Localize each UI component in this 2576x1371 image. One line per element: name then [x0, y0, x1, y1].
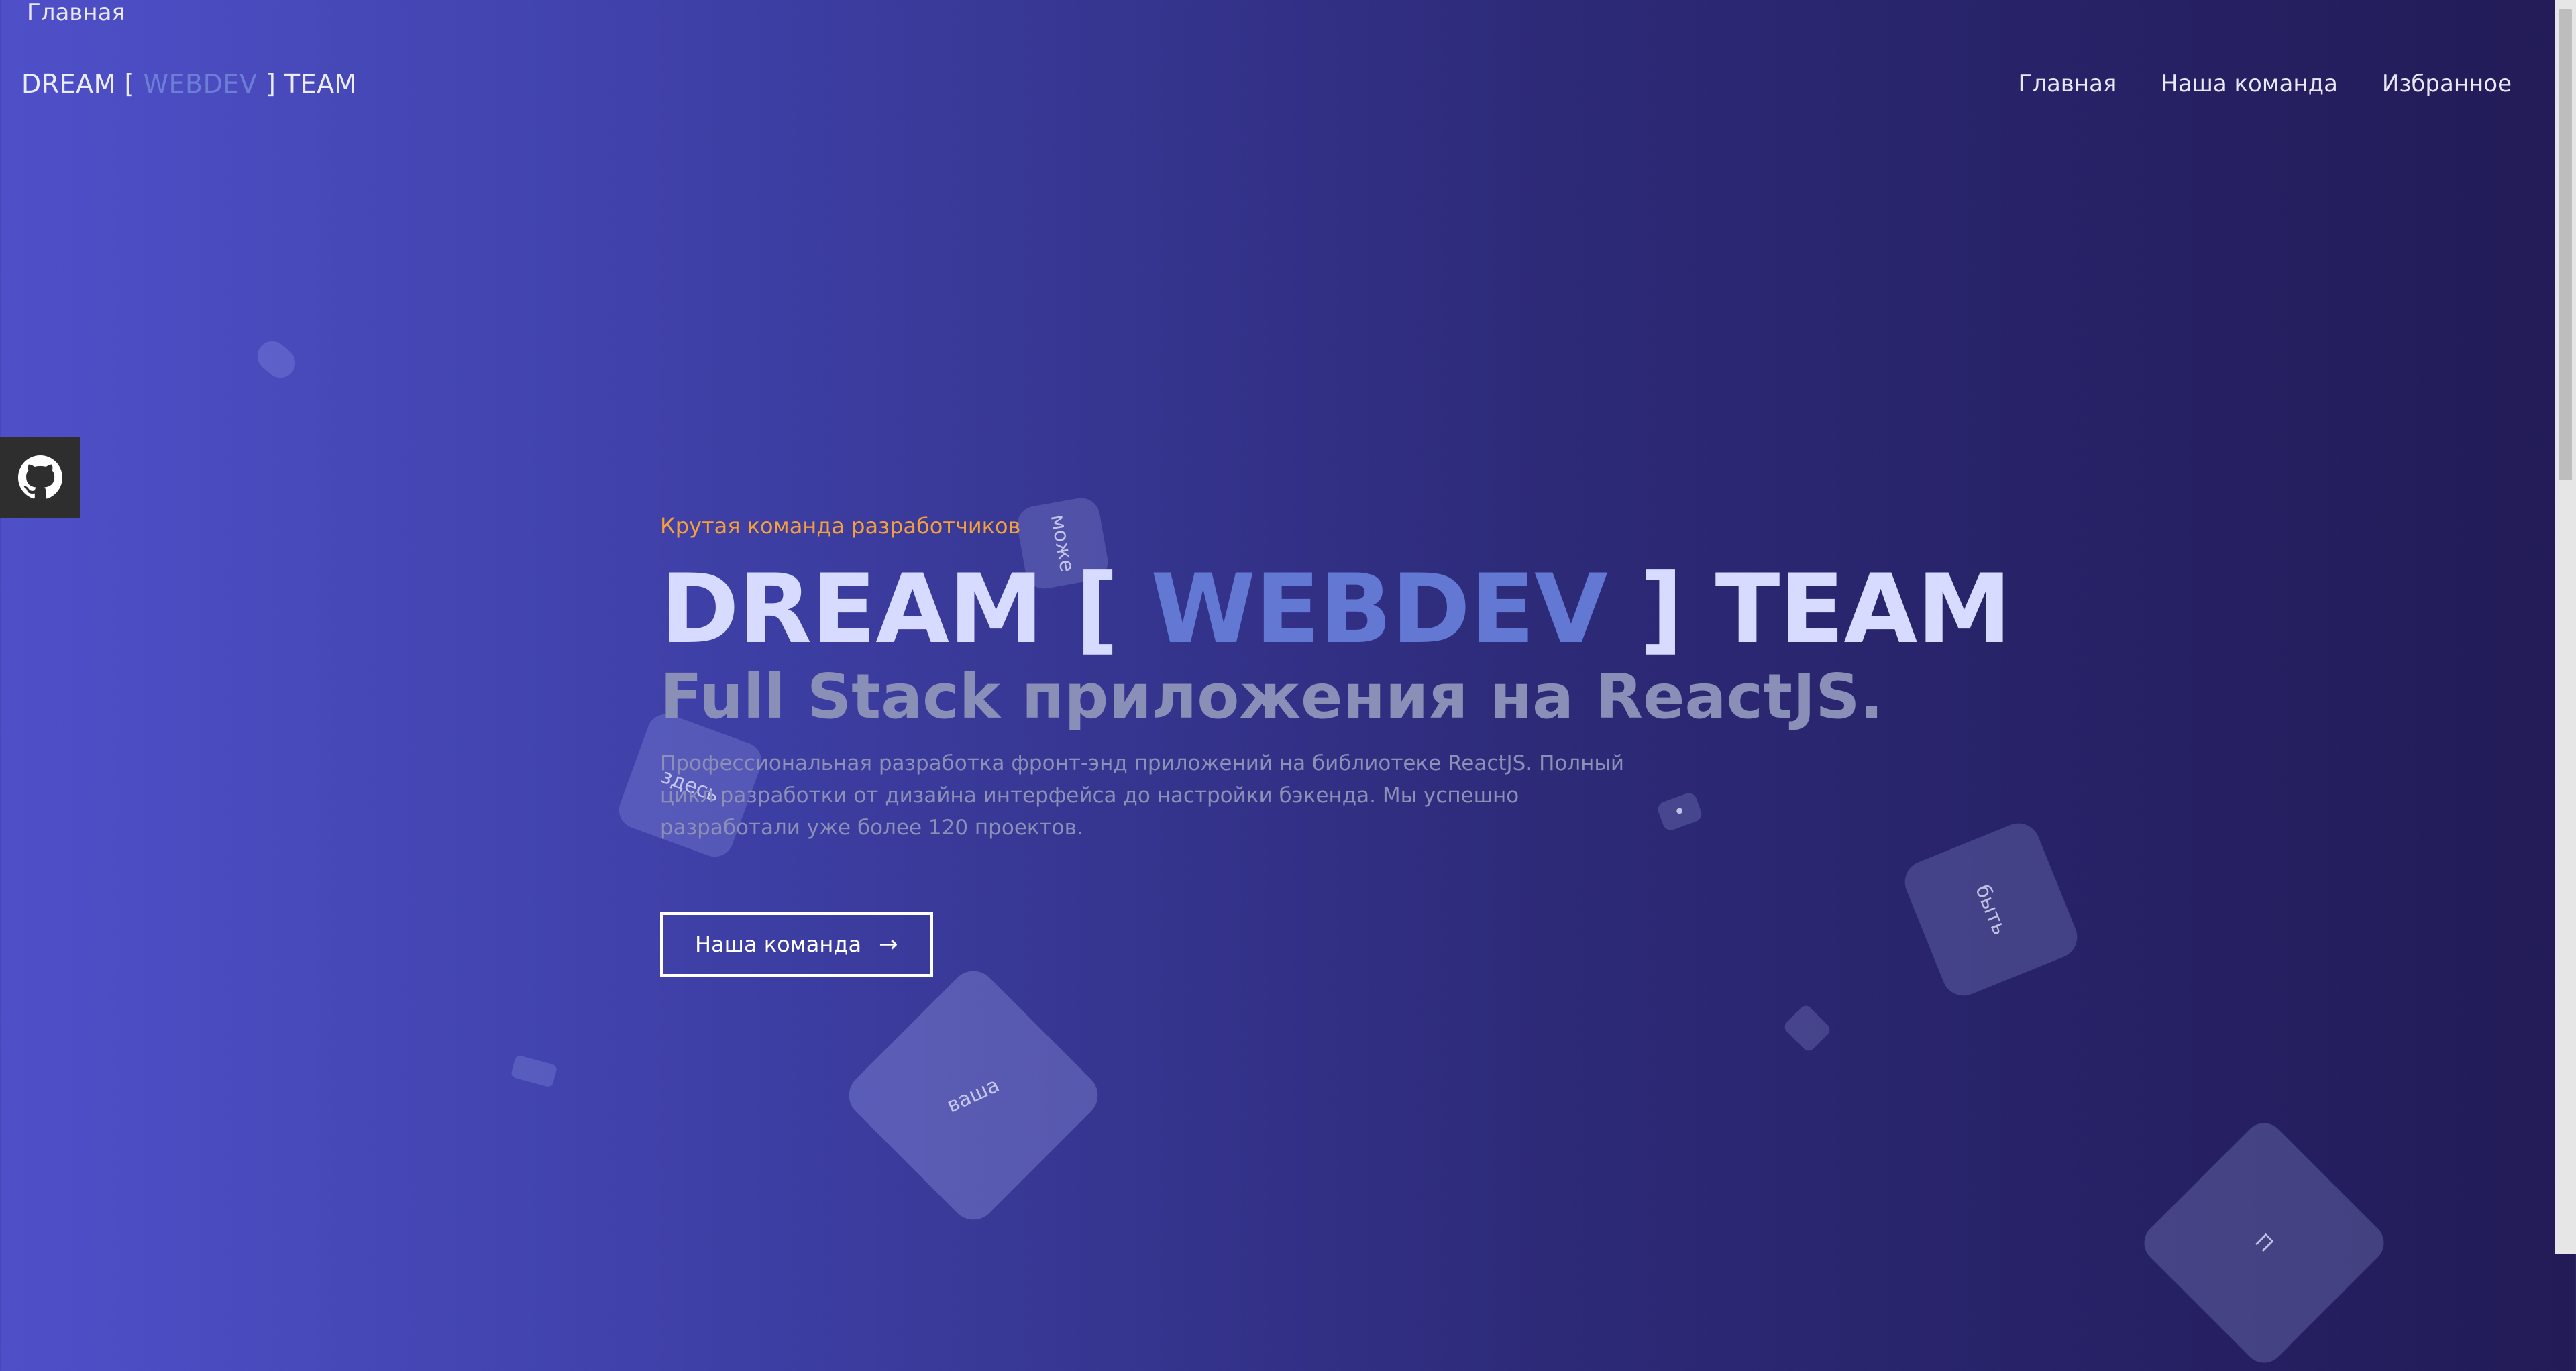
team-button-label: Наша команда [695, 932, 862, 957]
nav-links: Главная Наша команда Избранное [2019, 64, 2512, 104]
brand-prefix: DREAM [ [21, 69, 144, 99]
scrollbar-thumb[interactable] [2559, 9, 2572, 480]
vertical-scrollbar[interactable] [2555, 0, 2576, 1254]
top-page-label: Главная [27, 0, 125, 26]
team-button[interactable]: Наша команда → [660, 912, 933, 977]
nav-link-team[interactable]: Наша команда [2161, 64, 2338, 104]
nav-link-home[interactable]: Главная [2019, 64, 2117, 104]
github-icon [17, 455, 62, 499]
floating-shape [1782, 1003, 1833, 1054]
brand-suffix: ] TEAM [257, 69, 357, 99]
hero-section: Крутая команда разработчиков DREAM [ WEB… [660, 508, 2012, 977]
hero-title-suffix: ] TEAM [1607, 554, 2011, 665]
brand-logo[interactable]: DREAM [ WEBDEV ] TEAM [21, 64, 357, 104]
floating-shape: П [2136, 1115, 2392, 1371]
hero-title-prefix: DREAM [ [660, 554, 1151, 665]
hero-description: Профессиональная разработка фронт-энд пр… [660, 751, 1625, 840]
hero-kicker: Крутая команда разработчиков [660, 513, 1021, 539]
navbar: DREAM [ WEBDEV ] TEAM Главная Наша коман… [0, 64, 2555, 104]
hero-title-accent: WEBDEV [1150, 554, 1608, 665]
nav-link-favorites[interactable]: Избранное [2382, 64, 2512, 104]
arrow-right-icon: → [879, 931, 898, 958]
github-link[interactable] [0, 437, 80, 518]
floating-shape [251, 335, 302, 384]
brand-accent: WEBDEV [143, 69, 258, 99]
floating-shape [510, 1054, 558, 1088]
hero-subtitle: Full Stack приложения на ReactJS. [660, 661, 1884, 732]
hero-title: DREAM [ WEBDEV ] TEAM [660, 559, 2012, 660]
floating-shape: ваша [839, 961, 1108, 1229]
